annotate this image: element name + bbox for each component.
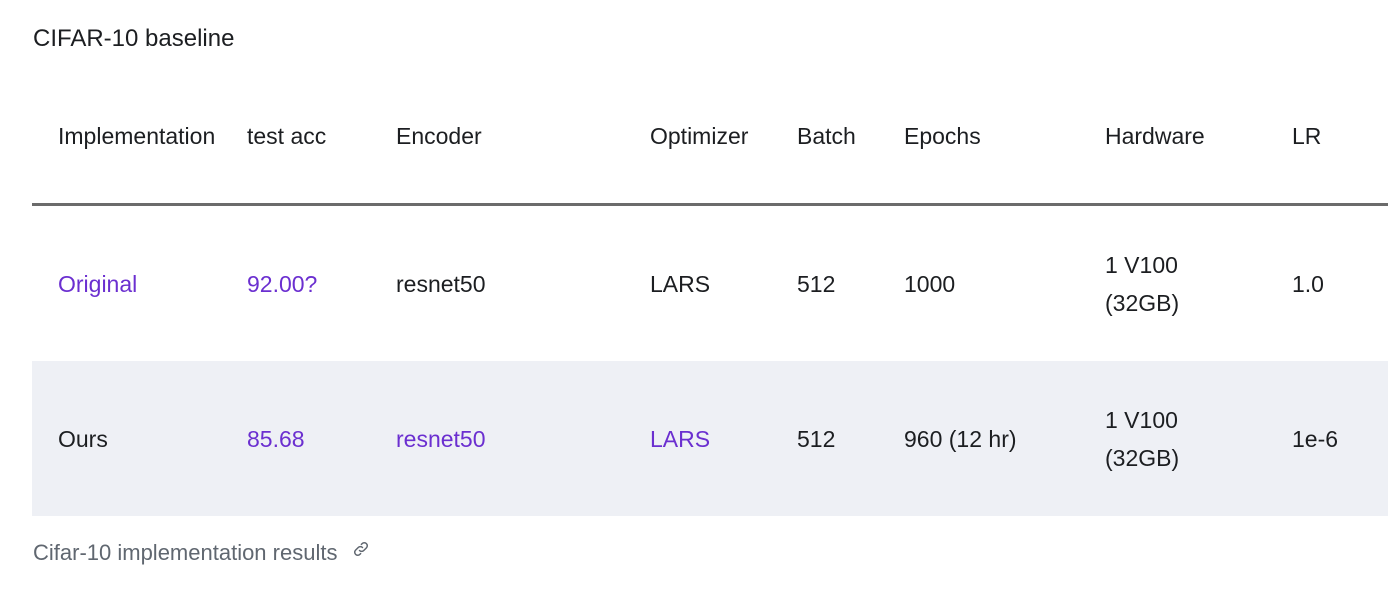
- cell-lr: 1.0: [1292, 270, 1324, 297]
- header-optimizer: Optimizer: [650, 70, 797, 206]
- test-acc-link[interactable]: 85.68: [247, 426, 305, 452]
- encoder-link[interactable]: resnet50: [396, 426, 486, 452]
- cell-batch: 512: [797, 361, 904, 516]
- results-table: Implementation test acc Encoder Optimize…: [32, 70, 1388, 516]
- header-batch: Batch: [797, 70, 904, 206]
- hardware-memory: (32GB): [1105, 444, 1180, 471]
- optimizer-link[interactable]: LARS: [650, 426, 710, 452]
- header-hardware: Hardware: [1105, 70, 1292, 206]
- cell-implementation: Original: [32, 205, 247, 362]
- cell-epochs: 960 (12 hr): [904, 361, 1105, 516]
- header-epochs: Epochs: [904, 70, 1105, 206]
- cell-epochs: 1000: [904, 270, 956, 297]
- header-implementation: Implementation: [32, 70, 247, 206]
- header-test-acc: test acc: [247, 70, 396, 206]
- original-link[interactable]: Original: [58, 271, 137, 297]
- table-caption: Cifar-10 implementation results: [33, 540, 370, 567]
- cell-encoder: resnet50: [396, 361, 650, 516]
- cell-hardware: 1 V100 (32GB): [1105, 205, 1292, 362]
- cell-optimizer: LARS: [650, 270, 711, 297]
- header-lr: LR: [1292, 70, 1388, 206]
- cell-hardware: 1 V100 (32GB): [1105, 361, 1292, 516]
- cell-test-acc: 92.00?: [247, 205, 396, 362]
- cell-optimizer: LARS: [650, 361, 797, 516]
- hardware-gpu: 1 V100: [1105, 406, 1178, 433]
- table-row: Original 92.00? resnet50 LARS 512 1000 1…: [32, 205, 1388, 362]
- cell-implementation: Ours: [32, 361, 247, 516]
- cell-encoder: resnet50: [396, 270, 486, 297]
- cell-batch: 512: [797, 270, 836, 297]
- page-title: CIFAR-10 baseline: [33, 25, 235, 52]
- hardware-gpu: 1 V100: [1105, 251, 1178, 278]
- link-icon[interactable]: [352, 538, 370, 564]
- caption-text: Cifar-10 implementation results: [33, 540, 338, 565]
- header-encoder: Encoder: [396, 70, 650, 206]
- test-acc-link[interactable]: 92.00?: [247, 271, 317, 297]
- cell-lr: 1e-6: [1292, 361, 1388, 516]
- hardware-memory: (32GB): [1105, 289, 1180, 316]
- table-header-row: Implementation test acc Encoder Optimize…: [32, 70, 1388, 206]
- cell-test-acc: 85.68: [247, 361, 396, 516]
- table-row: Ours 85.68 resnet50 LARS 512 960 (12 hr)…: [32, 361, 1388, 516]
